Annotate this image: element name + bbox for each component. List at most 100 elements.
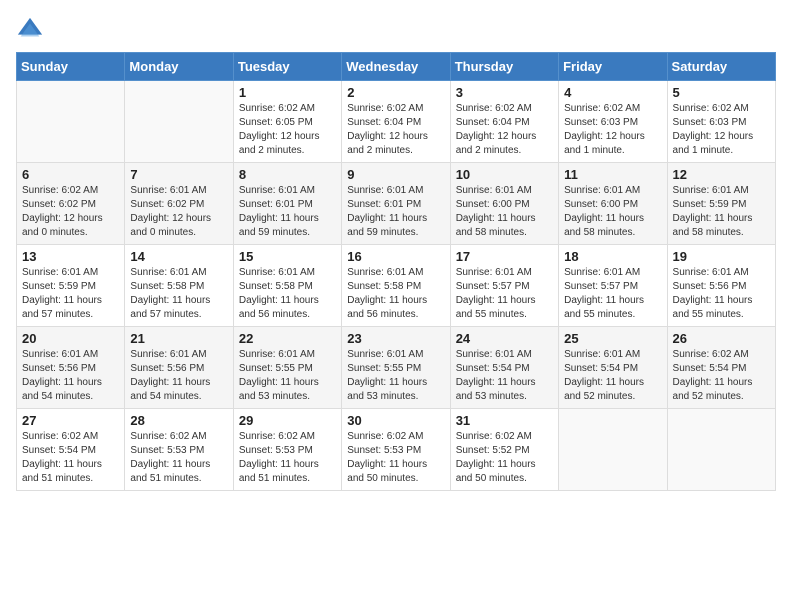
day-header-sunday: Sunday <box>17 53 125 81</box>
day-info: Sunrise: 6:01 AM Sunset: 6:00 PM Dayligh… <box>564 184 661 240</box>
day-info: Sunrise: 6:01 AM Sunset: 5:58 PM Dayligh… <box>347 266 444 322</box>
day-info: Sunrise: 6:01 AM Sunset: 5:56 PM Dayligh… <box>22 348 119 404</box>
day-header-monday: Monday <box>125 53 233 81</box>
day-info: Sunrise: 6:02 AM Sunset: 5:54 PM Dayligh… <box>22 430 119 486</box>
day-number: 5 <box>673 85 770 100</box>
calendar-body: 1 Sunrise: 6:02 AM Sunset: 6:05 PM Daylig… <box>17 81 776 491</box>
day-number: 31 <box>456 413 553 428</box>
day-number: 12 <box>673 167 770 182</box>
day-info: Sunrise: 6:01 AM Sunset: 6:01 PM Dayligh… <box>239 184 336 240</box>
calendar-cell <box>667 409 775 491</box>
calendar-cell: 7 Sunrise: 6:01 AM Sunset: 6:02 PM Daylig… <box>125 163 233 245</box>
day-number: 19 <box>673 249 770 264</box>
day-header-tuesday: Tuesday <box>233 53 341 81</box>
day-number: 10 <box>456 167 553 182</box>
calendar-cell <box>125 81 233 163</box>
day-number: 30 <box>347 413 444 428</box>
day-number: 27 <box>22 413 119 428</box>
calendar-cell: 17 Sunrise: 6:01 AM Sunset: 5:57 PM Dayli… <box>450 245 558 327</box>
calendar-cell <box>559 409 667 491</box>
day-info: Sunrise: 6:02 AM Sunset: 5:54 PM Dayligh… <box>673 348 770 404</box>
calendar-cell: 13 Sunrise: 6:01 AM Sunset: 5:59 PM Dayli… <box>17 245 125 327</box>
day-info: Sunrise: 6:02 AM Sunset: 6:04 PM Dayligh… <box>456 102 553 158</box>
calendar-week-2: 6 Sunrise: 6:02 AM Sunset: 6:02 PM Daylig… <box>17 163 776 245</box>
day-number: 17 <box>456 249 553 264</box>
day-number: 14 <box>130 249 227 264</box>
calendar-week-5: 27 Sunrise: 6:02 AM Sunset: 5:54 PM Dayli… <box>17 409 776 491</box>
calendar-cell: 5 Sunrise: 6:02 AM Sunset: 6:03 PM Daylig… <box>667 81 775 163</box>
day-info: Sunrise: 6:02 AM Sunset: 6:02 PM Dayligh… <box>22 184 119 240</box>
day-info: Sunrise: 6:01 AM Sunset: 5:59 PM Dayligh… <box>22 266 119 322</box>
calendar-cell: 16 Sunrise: 6:01 AM Sunset: 5:58 PM Dayli… <box>342 245 450 327</box>
calendar-cell: 22 Sunrise: 6:01 AM Sunset: 5:55 PM Dayli… <box>233 327 341 409</box>
day-number: 16 <box>347 249 444 264</box>
day-number: 11 <box>564 167 661 182</box>
day-info: Sunrise: 6:01 AM Sunset: 5:54 PM Dayligh… <box>456 348 553 404</box>
calendar-cell: 11 Sunrise: 6:01 AM Sunset: 6:00 PM Dayli… <box>559 163 667 245</box>
day-header-wednesday: Wednesday <box>342 53 450 81</box>
day-number: 26 <box>673 331 770 346</box>
logo <box>16 16 48 44</box>
day-info: Sunrise: 6:02 AM Sunset: 6:05 PM Dayligh… <box>239 102 336 158</box>
day-info: Sunrise: 6:02 AM Sunset: 6:04 PM Dayligh… <box>347 102 444 158</box>
day-info: Sunrise: 6:01 AM Sunset: 6:02 PM Dayligh… <box>130 184 227 240</box>
calendar-week-4: 20Sunrise: 6:01 AM Sunset: 5:56 PM Dayli… <box>17 327 776 409</box>
day-info: Sunrise: 6:01 AM Sunset: 5:58 PM Dayligh… <box>239 266 336 322</box>
calendar-cell: 27 Sunrise: 6:02 AM Sunset: 5:54 PM Dayli… <box>17 409 125 491</box>
day-info: Sunrise: 6:01 AM Sunset: 6:01 PM Dayligh… <box>347 184 444 240</box>
day-number: 21 <box>130 331 227 346</box>
day-info: Sunrise: 6:02 AM Sunset: 5:53 PM Dayligh… <box>347 430 444 486</box>
day-number: 29 <box>239 413 336 428</box>
calendar-cell <box>17 81 125 163</box>
day-number: 8 <box>239 167 336 182</box>
day-info: Sunrise: 6:02 AM Sunset: 5:52 PM Dayligh… <box>456 430 553 486</box>
calendar-week-1: 1 Sunrise: 6:02 AM Sunset: 6:05 PM Daylig… <box>17 81 776 163</box>
calendar-cell: 18Sunrise: 6:01 AM Sunset: 5:57 PM Dayli… <box>559 245 667 327</box>
day-info: Sunrise: 6:01 AM Sunset: 5:56 PM Dayligh… <box>673 266 770 322</box>
logo-icon <box>16 16 44 44</box>
calendar-cell: 29 Sunrise: 6:02 AM Sunset: 5:53 PM Dayli… <box>233 409 341 491</box>
day-info: Sunrise: 6:01 AM Sunset: 6:00 PM Dayligh… <box>456 184 553 240</box>
day-number: 23 <box>347 331 444 346</box>
day-number: 6 <box>22 167 119 182</box>
calendar-cell: 1 Sunrise: 6:02 AM Sunset: 6:05 PM Daylig… <box>233 81 341 163</box>
day-number: 7 <box>130 167 227 182</box>
calendar-cell: 6 Sunrise: 6:02 AM Sunset: 6:02 PM Daylig… <box>17 163 125 245</box>
calendar-cell: 10 Sunrise: 6:01 AM Sunset: 6:00 PM Dayli… <box>450 163 558 245</box>
day-number: 15 <box>239 249 336 264</box>
day-info: Sunrise: 6:01 AM Sunset: 5:54 PM Dayligh… <box>564 348 661 404</box>
calendar-table: SundayMondayTuesdayWednesdayThursdayFrid… <box>16 52 776 491</box>
calendar-cell: 28Sunrise: 6:02 AM Sunset: 5:53 PM Dayli… <box>125 409 233 491</box>
calendar-cell: 4Sunrise: 6:02 AM Sunset: 6:03 PM Daylig… <box>559 81 667 163</box>
calendar-cell: 15 Sunrise: 6:01 AM Sunset: 5:58 PM Dayli… <box>233 245 341 327</box>
day-info: Sunrise: 6:01 AM Sunset: 5:57 PM Dayligh… <box>456 266 553 322</box>
day-header-thursday: Thursday <box>450 53 558 81</box>
day-number: 24 <box>456 331 553 346</box>
calendar-cell: 23Sunrise: 6:01 AM Sunset: 5:55 PM Dayli… <box>342 327 450 409</box>
calendar-cell: 19 Sunrise: 6:01 AM Sunset: 5:56 PM Dayli… <box>667 245 775 327</box>
calendar-cell: 25Sunrise: 6:01 AM Sunset: 5:54 PM Dayli… <box>559 327 667 409</box>
day-info: Sunrise: 6:02 AM Sunset: 6:03 PM Dayligh… <box>673 102 770 158</box>
day-info: Sunrise: 6:01 AM Sunset: 5:58 PM Dayligh… <box>130 266 227 322</box>
day-info: Sunrise: 6:02 AM Sunset: 5:53 PM Dayligh… <box>130 430 227 486</box>
calendar-cell: 31 Sunrise: 6:02 AM Sunset: 5:52 PM Dayli… <box>450 409 558 491</box>
calendar-cell: 2 Sunrise: 6:02 AM Sunset: 6:04 PM Daylig… <box>342 81 450 163</box>
calendar-cell: 26 Sunrise: 6:02 AM Sunset: 5:54 PM Dayli… <box>667 327 775 409</box>
day-info: Sunrise: 6:02 AM Sunset: 5:53 PM Dayligh… <box>239 430 336 486</box>
day-number: 4 <box>564 85 661 100</box>
day-number: 2 <box>347 85 444 100</box>
calendar-cell: 12Sunrise: 6:01 AM Sunset: 5:59 PM Dayli… <box>667 163 775 245</box>
calendar-week-3: 13 Sunrise: 6:01 AM Sunset: 5:59 PM Dayli… <box>17 245 776 327</box>
calendar-cell: 24 Sunrise: 6:01 AM Sunset: 5:54 PM Dayli… <box>450 327 558 409</box>
day-header-friday: Friday <box>559 53 667 81</box>
calendar-cell: 20Sunrise: 6:01 AM Sunset: 5:56 PM Dayli… <box>17 327 125 409</box>
day-headers-row: SundayMondayTuesdayWednesdayThursdayFrid… <box>17 53 776 81</box>
calendar-header: SundayMondayTuesdayWednesdayThursdayFrid… <box>17 53 776 81</box>
calendar-cell: 3Sunrise: 6:02 AM Sunset: 6:04 PM Daylig… <box>450 81 558 163</box>
day-info: Sunrise: 6:01 AM Sunset: 5:55 PM Dayligh… <box>239 348 336 404</box>
day-number: 22 <box>239 331 336 346</box>
day-info: Sunrise: 6:01 AM Sunset: 5:57 PM Dayligh… <box>564 266 661 322</box>
day-number: 1 <box>239 85 336 100</box>
day-number: 13 <box>22 249 119 264</box>
page-header <box>16 16 776 44</box>
